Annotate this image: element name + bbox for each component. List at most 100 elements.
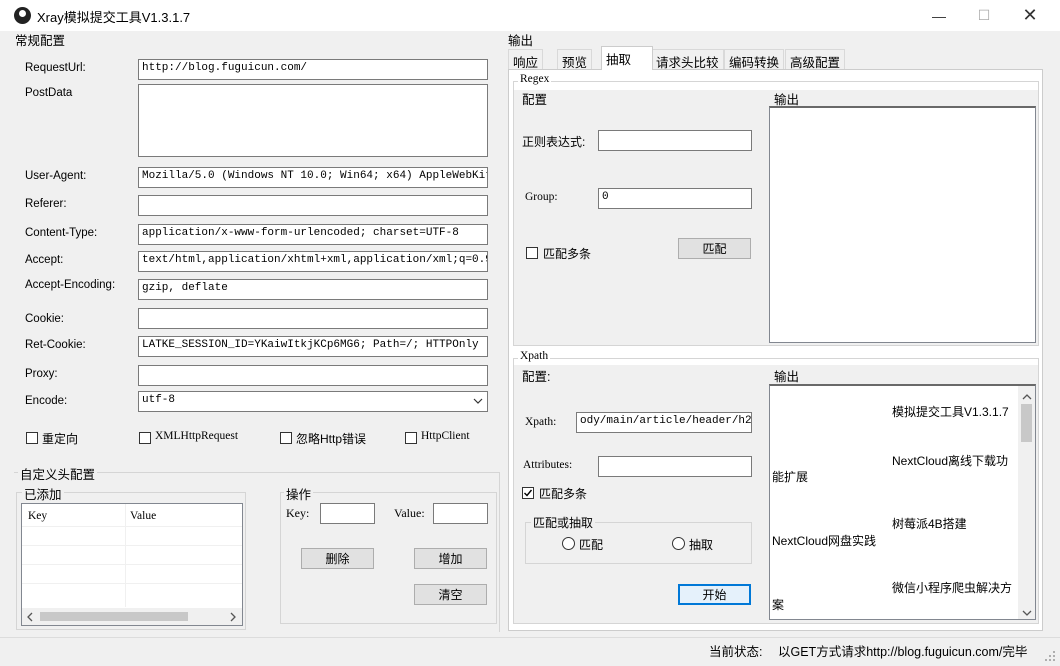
chevron-down-icon[interactable] bbox=[473, 395, 483, 405]
custom-header-section-title: 自定义头配置 bbox=[18, 464, 98, 483]
regex-group-title: Regex bbox=[518, 73, 552, 85]
tab-response[interactable]: 响应 bbox=[508, 49, 544, 70]
headers-table-key-header[interactable]: Key bbox=[28, 510, 47, 522]
status-label: 当前状态: bbox=[709, 645, 763, 659]
scroll-up-icon[interactable] bbox=[1022, 390, 1032, 404]
encode-select-value: utf-8 bbox=[142, 394, 176, 406]
regex-match-button[interactable]: 匹配 bbox=[678, 238, 751, 259]
clear-headers-button[interactable]: 清空 bbox=[414, 584, 487, 605]
httpclient-checkbox[interactable] bbox=[405, 432, 417, 444]
header-ops-title: 操作 bbox=[284, 484, 314, 503]
header-key-label: Key: bbox=[286, 506, 310, 520]
attributes-label: Attributes: bbox=[523, 459, 573, 471]
scroll-right-icon[interactable] bbox=[229, 611, 237, 625]
xpath-label: Xpath: bbox=[525, 416, 557, 428]
xmlhttprequest-checkbox[interactable] bbox=[139, 432, 151, 444]
xpath-output-title: 输出 bbox=[774, 370, 800, 384]
scroll-down-icon[interactable] bbox=[1022, 606, 1032, 619]
request-url-label: RequestUrl: bbox=[25, 62, 86, 74]
ignore-http-error-checkbox-label: 忽略Http错误 bbox=[296, 432, 367, 446]
xpath-multi-checkbox-label: 匹配多条 bbox=[539, 487, 588, 501]
config-section-title: 常规配置 bbox=[15, 34, 66, 48]
minimize-button[interactable]: — bbox=[916, 0, 962, 31]
cookie-label: Cookie: bbox=[25, 313, 64, 325]
regex-config-title: 配置 bbox=[522, 93, 548, 107]
match-radio-label: 匹配 bbox=[579, 538, 604, 552]
proxy-input[interactable] bbox=[138, 365, 488, 386]
xpath-output-vscrollbar[interactable] bbox=[1018, 386, 1035, 619]
user-agent-label: User-Agent: bbox=[25, 170, 87, 182]
result-line: NextCloud网盘实践 bbox=[772, 534, 877, 548]
attributes-input[interactable] bbox=[598, 456, 752, 477]
headers-table-scroll-thumb[interactable] bbox=[40, 612, 188, 621]
regex-output-textarea[interactable] bbox=[769, 106, 1036, 343]
regex-config-panel bbox=[514, 90, 766, 345]
tab-header-compare[interactable]: 请求头比较 bbox=[651, 49, 724, 70]
output-section-title: 输出 bbox=[508, 34, 534, 48]
accept-label: Accept: bbox=[25, 254, 64, 266]
maximize-button[interactable]: ☐ bbox=[961, 0, 1007, 31]
cookie-input[interactable] bbox=[138, 308, 488, 329]
xpath-output-textarea[interactable]: 模拟提交工具V1.3.1.7 NextCloud离线下载功 能扩展 树莓派4B搭… bbox=[769, 384, 1036, 620]
accept-input[interactable]: text/html,application/xhtml+xml,applicat… bbox=[138, 251, 488, 272]
header-value-label: Value: bbox=[394, 506, 425, 520]
encode-label: Encode: bbox=[25, 395, 68, 407]
scroll-left-icon[interactable] bbox=[26, 611, 34, 625]
post-data-label: PostData bbox=[25, 87, 73, 99]
ret-cookie-input[interactable]: LATKE_SESSION_ID=YKaiwItkjKCp6MG6; Path=… bbox=[138, 336, 488, 357]
proxy-label: Proxy: bbox=[25, 368, 58, 380]
regex-group-label: Group: bbox=[525, 191, 558, 203]
resize-grip-icon[interactable] bbox=[1044, 650, 1056, 665]
header-value-input[interactable] bbox=[433, 503, 488, 524]
app-logo-icon bbox=[14, 7, 31, 24]
delete-header-button[interactable]: 删除 bbox=[301, 548, 374, 569]
headers-table-value-header[interactable]: Value bbox=[130, 510, 156, 522]
encode-select[interactable]: utf-8 bbox=[138, 391, 488, 412]
match-mode-title: 匹配或抽取 bbox=[531, 514, 596, 531]
redirect-checkbox[interactable] bbox=[26, 432, 38, 444]
close-button[interactable]: ✕ bbox=[1007, 0, 1053, 31]
request-url-input[interactable]: http://blog.fuguicun.com/ bbox=[138, 59, 488, 80]
ignore-http-error-checkbox[interactable] bbox=[280, 432, 292, 444]
content-type-input[interactable]: application/x-www-form-urlencoded; chars… bbox=[138, 224, 488, 245]
ret-cookie-label: Ret-Cookie: bbox=[25, 339, 86, 351]
start-button[interactable]: 开始 bbox=[678, 584, 751, 605]
status-message: 以GET方式请求http://blog.fuguicun.com/完毕 bbox=[778, 645, 1028, 659]
accept-encoding-label: Accept-Encoding: bbox=[25, 279, 116, 291]
regex-pattern-label: 正则表达式: bbox=[522, 135, 586, 149]
tab-encoding[interactable]: 编码转换 bbox=[724, 49, 785, 70]
regex-multi-checkbox-label: 匹配多条 bbox=[543, 247, 592, 261]
xpath-input[interactable]: ody/main/article/header/h2/a bbox=[576, 412, 752, 433]
window-title: Xray模拟提交工具V1.3.1.7 bbox=[37, 10, 191, 25]
regex-pattern-input[interactable] bbox=[598, 130, 752, 151]
tab-extract[interactable]: 抽取 bbox=[601, 46, 653, 70]
accept-encoding-input[interactable]: gzip, deflate bbox=[138, 279, 488, 300]
tab-preview[interactable]: 预览 bbox=[557, 49, 593, 70]
add-header-button[interactable]: 增加 bbox=[414, 548, 487, 569]
redirect-checkbox-label: 重定向 bbox=[42, 432, 79, 446]
referer-label: Referer: bbox=[25, 198, 67, 210]
xpath-multi-checkbox[interactable] bbox=[522, 487, 534, 499]
user-agent-input[interactable]: Mozilla/5.0 (Windows NT 10.0; Win64; x64… bbox=[138, 167, 488, 188]
regex-multi-checkbox[interactable] bbox=[526, 247, 538, 259]
headers-table-hscrollbar[interactable] bbox=[22, 608, 242, 625]
result-line: NextCloud离线下载功 bbox=[892, 454, 1009, 468]
xmlhttprequest-checkbox-label: XMLHttpRequest bbox=[155, 430, 239, 442]
header-key-input[interactable] bbox=[320, 503, 375, 524]
match-radio[interactable] bbox=[562, 537, 575, 550]
xpath-group-title: Xpath bbox=[518, 350, 551, 362]
added-headers-title: 已添加 bbox=[22, 484, 64, 503]
referer-input[interactable] bbox=[138, 195, 488, 216]
headers-table[interactable]: Key Value bbox=[21, 503, 243, 626]
xpath-config-title: 配置: bbox=[522, 370, 551, 384]
tab-advanced[interactable]: 高级配置 bbox=[785, 49, 846, 70]
result-line: 微信小程序爬虫解决方 bbox=[892, 581, 1013, 595]
extract-radio[interactable] bbox=[672, 537, 685, 550]
regex-group-input[interactable]: 0 bbox=[598, 188, 752, 209]
result-line: 树莓派4B搭建 bbox=[892, 517, 967, 531]
result-line: 能扩展 bbox=[772, 470, 809, 484]
httpclient-checkbox-label: HttpClient bbox=[421, 430, 470, 442]
xpath-output-scroll-thumb[interactable] bbox=[1021, 404, 1032, 442]
result-line: 案 bbox=[772, 598, 785, 612]
post-data-textarea[interactable] bbox=[138, 84, 488, 157]
